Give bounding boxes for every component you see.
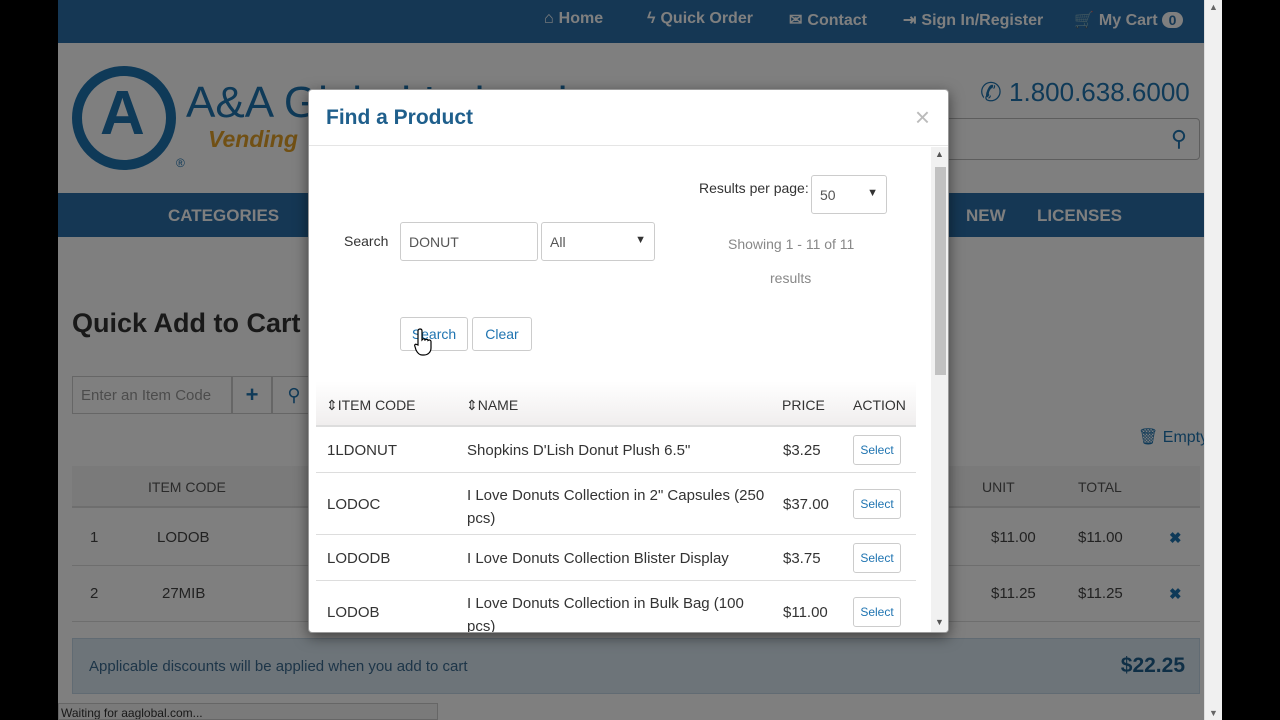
scroll-down-icon[interactable]: ▼ <box>1209 708 1218 718</box>
sort-icon: ⇕ <box>466 397 478 413</box>
product-search-input[interactable]: DONUT <box>400 222 538 261</box>
search-button[interactable]: Search <box>400 317 468 351</box>
product-row: LODODB I Love Donuts Collection Blister … <box>316 535 916 581</box>
product-row: LODOB I Love Donuts Collection in Bulk B… <box>316 581 916 633</box>
modal-header: Find a Product × <box>309 90 948 146</box>
scroll-up-icon[interactable]: ▲ <box>935 149 944 159</box>
product-table-header: ⇕ITEM CODE ⇕NAME PRICE ACTION <box>316 381 916 427</box>
results-count: Showing 1 - 11 of 11 <box>728 236 855 252</box>
product-price: $3.75 <box>783 550 821 567</box>
col-action: ACTION <box>853 397 906 413</box>
hand-cursor-icon <box>414 328 432 356</box>
select-button[interactable]: Select <box>853 543 901 573</box>
modal-scrollbar[interactable]: ▲ ▼ <box>931 147 948 632</box>
product-row: LODOC I Love Donuts Collection in 2" Cap… <box>316 473 916 535</box>
clear-button[interactable]: Clear <box>472 317 532 351</box>
product-price: $3.25 <box>783 442 821 459</box>
product-name: I Love Donuts Collection Blister Display <box>467 550 729 567</box>
category-filter-select[interactable]: All ▼ <box>541 222 655 261</box>
col-name[interactable]: ⇕NAME <box>466 397 518 414</box>
search-label: Search <box>344 233 389 249</box>
product-name: I Love Donuts Collection in 2" Capsules … <box>467 487 765 527</box>
scroll-up-icon[interactable]: ▲ <box>1209 2 1218 12</box>
select-button[interactable]: Select <box>853 435 901 465</box>
scroll-thumb[interactable] <box>935 167 946 375</box>
select-button[interactable]: Select <box>853 597 901 627</box>
sort-icon: ⇕ <box>326 397 338 413</box>
product-price: $37.00 <box>783 496 829 513</box>
page-scrollbar[interactable]: ▲ ▼ <box>1204 0 1222 720</box>
close-icon[interactable]: × <box>915 102 930 133</box>
results-per-page-select[interactable]: 50 ▼ <box>811 175 887 214</box>
modal-body: Search DONUT All ▼ Results per page: 50 … <box>309 147 931 633</box>
product-row: 1LDONUT Shopkins D'Lish Donut Plush 6.5"… <box>316 427 916 473</box>
product-code: LODODB <box>327 550 391 567</box>
results-count-suffix: results <box>770 270 812 286</box>
select-button[interactable]: Select <box>853 489 901 519</box>
product-name: I Love Donuts Collection in Bulk Bag (10… <box>467 595 744 633</box>
product-name: Shopkins D'Lish Donut Plush 6.5" <box>467 442 691 459</box>
results-per-page-label: Results per page: <box>699 180 809 196</box>
chevron-down-icon: ▼ <box>635 234 646 246</box>
modal-title: Find a Product <box>326 106 473 129</box>
product-code: LODOC <box>327 496 381 513</box>
col-item-code[interactable]: ⇕ITEM CODE <box>326 397 416 414</box>
find-product-modal: Find a Product × Search DONUT All ▼ Resu… <box>308 89 949 633</box>
chevron-down-icon: ▼ <box>867 187 878 199</box>
col-price: PRICE <box>782 397 825 413</box>
product-code: 1LDONUT <box>327 442 398 459</box>
scroll-down-icon[interactable]: ▼ <box>935 617 944 627</box>
product-code: LODOB <box>327 604 380 621</box>
product-price: $11.00 <box>783 604 828 621</box>
